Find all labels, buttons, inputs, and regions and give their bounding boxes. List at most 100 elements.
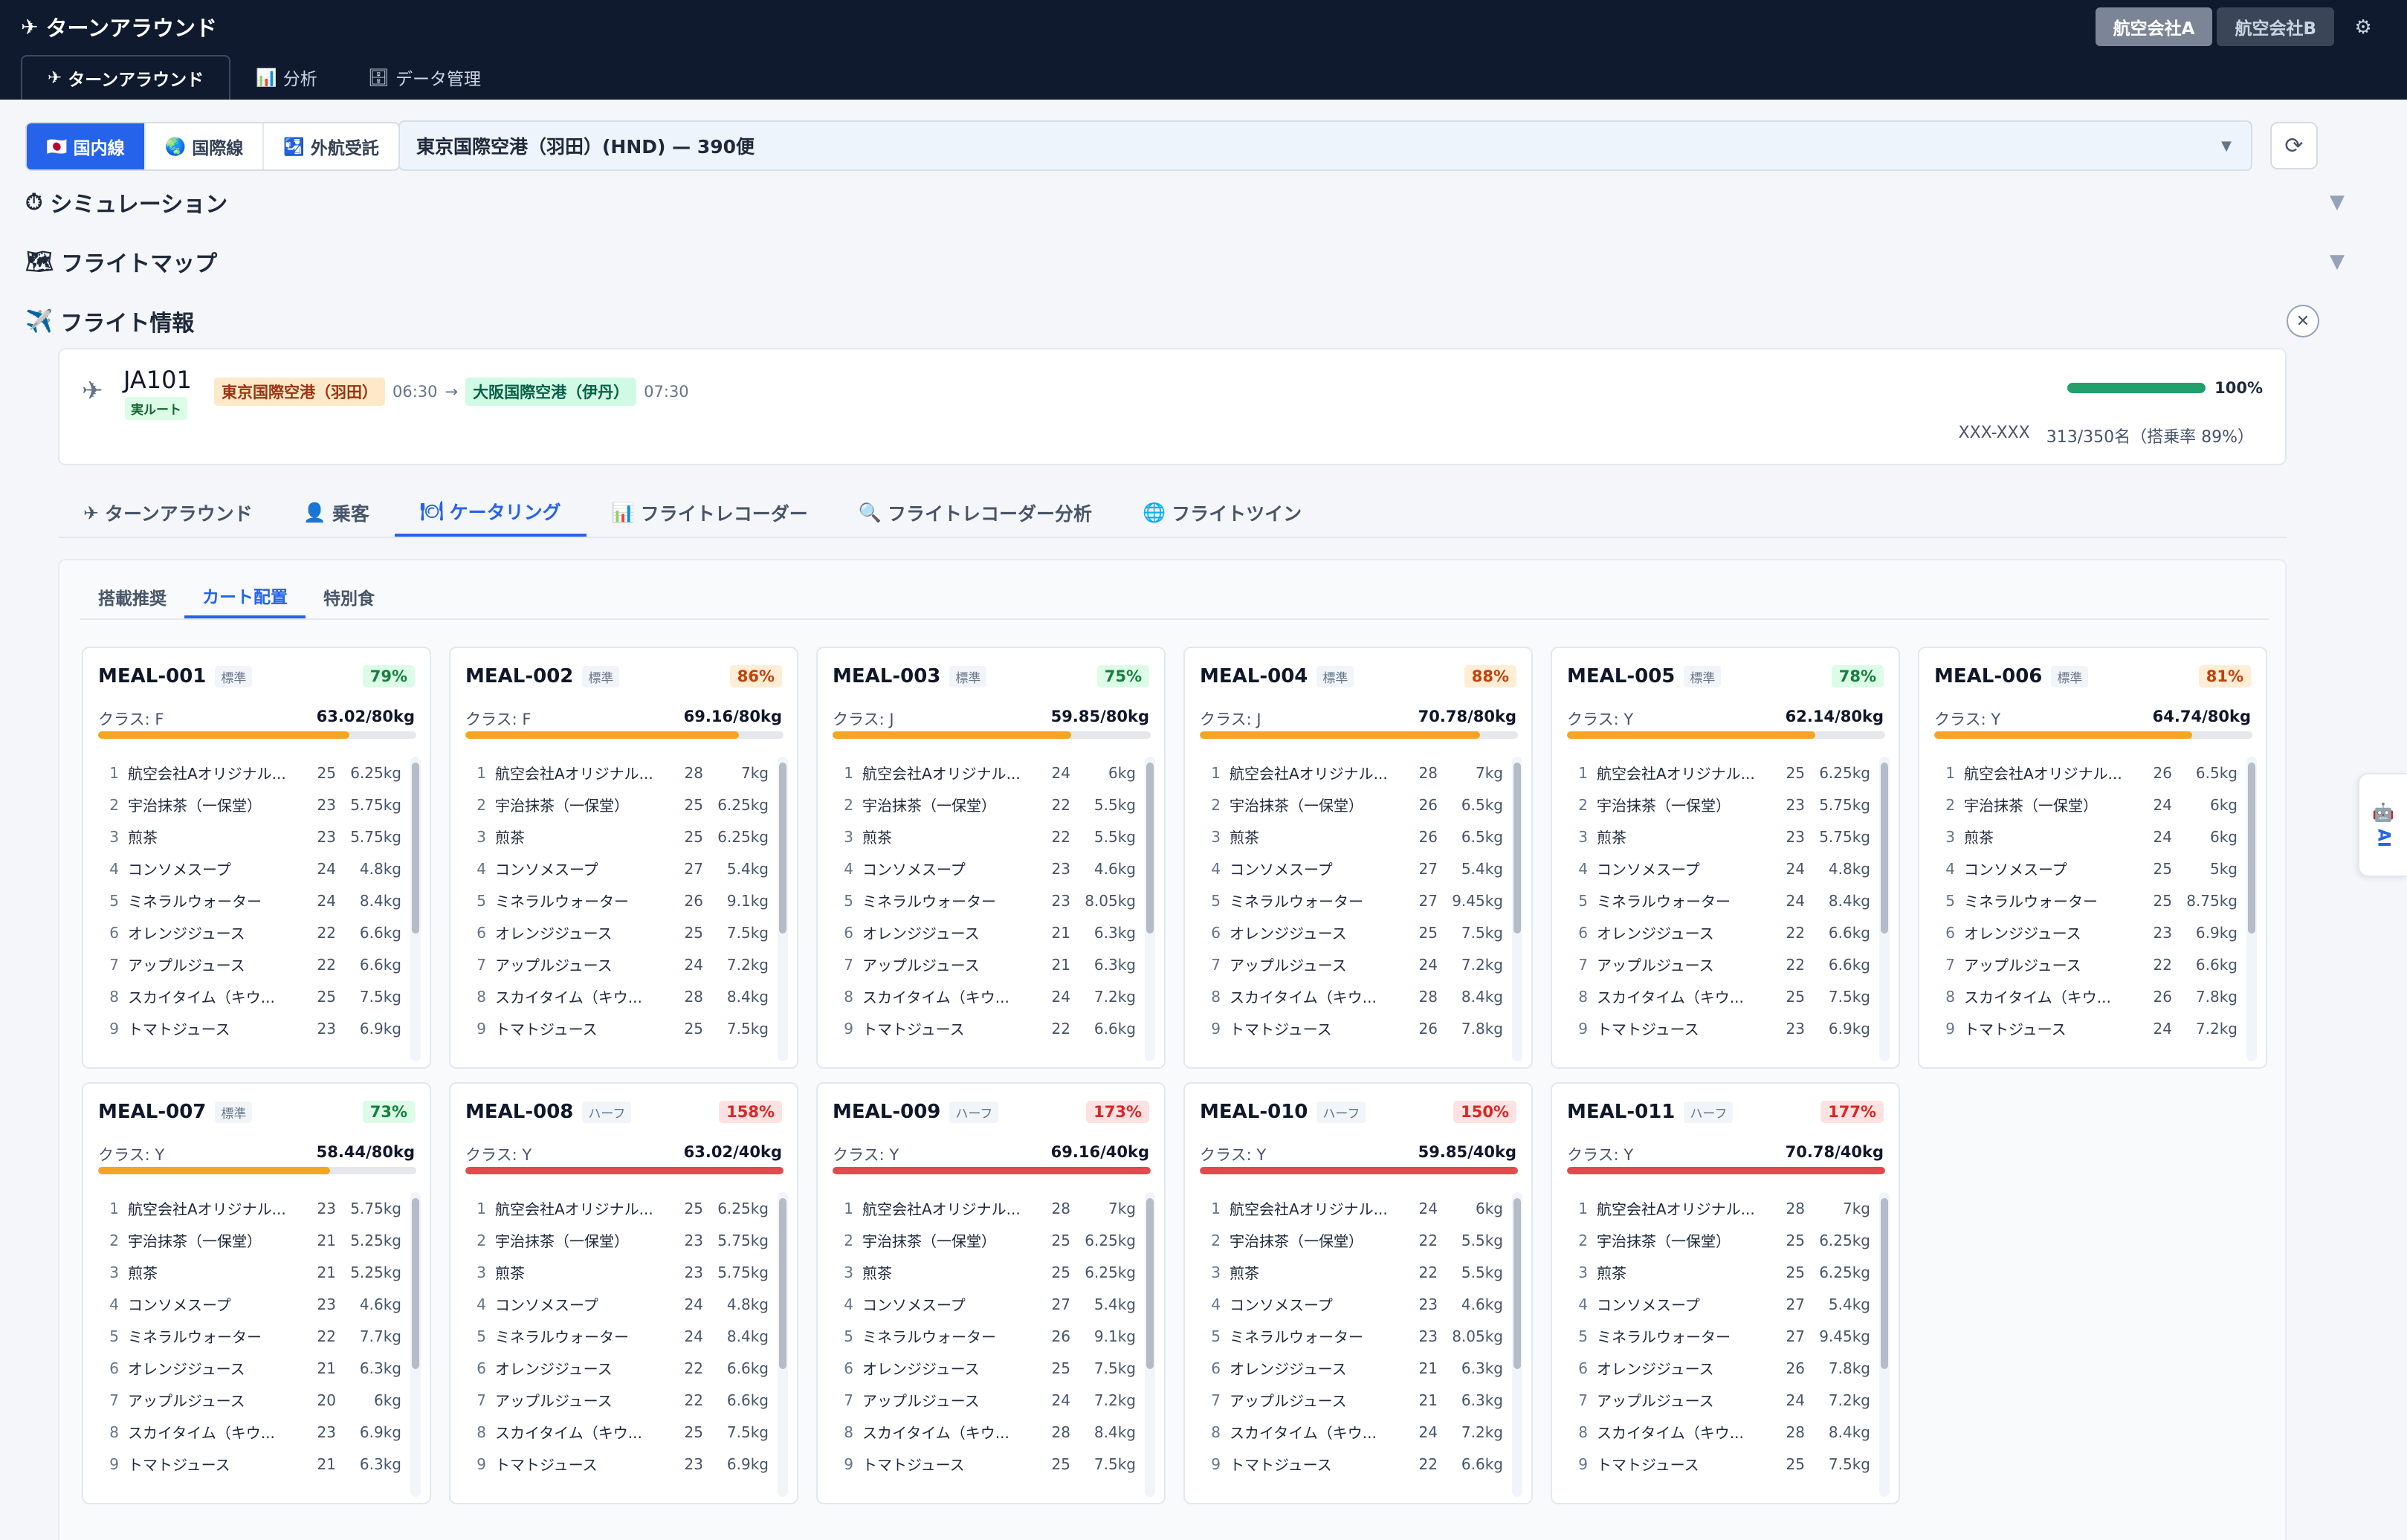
tab-data-management[interactable]: 🗄 データ管理: [343, 55, 506, 100]
item-quantity: 22: [1786, 955, 1805, 974]
scrollbar-thumb[interactable]: [412, 763, 419, 934]
flight-info-card[interactable]: ✈ JA101 実ルート 東京国際空港（羽田） 06:30 → 大阪国際空港（伊…: [58, 348, 2287, 465]
item-name: 煎茶: [1230, 829, 1259, 847]
list-item: 7 アップルジュース 21 6.3kg: [1200, 1384, 1505, 1416]
arrival-time: 07:30: [644, 383, 689, 401]
weight-bar: [98, 1167, 416, 1174]
meal-cart-card[interactable]: MEAL-002 標準 86% クラス: F 69.16/80kg 1 航空会社Aオリジナル…: [449, 647, 798, 1069]
tab-passengers[interactable]: 👤 乗客: [278, 489, 395, 537]
scrollbar[interactable]: [778, 1192, 788, 1497]
tab-analysis[interactable]: 📊 分析: [230, 55, 343, 100]
list-item: 5 ミネラルウォーター 23 8.05kg: [1200, 1320, 1505, 1352]
scrollbar[interactable]: [1145, 757, 1155, 1061]
meal-cart-card[interactable]: MEAL-006 標準 81% クラス: Y 64.74/80kg 1 航空会社Aオリジナル…: [1918, 647, 2267, 1069]
scrollbar[interactable]: [410, 757, 421, 1061]
airline-a-button[interactable]: 航空会社A: [2095, 7, 2213, 46]
item-index: 8: [476, 987, 486, 1006]
scrollbar-thumb[interactable]: [779, 1198, 786, 1369]
airline-b-button[interactable]: 航空会社B: [2217, 7, 2334, 46]
region-foreign-contract-button[interactable]: 🛂 外航受託: [264, 123, 398, 169]
scrollbar[interactable]: [2246, 757, 2257, 1061]
section-title: フライトマップ: [61, 251, 218, 277]
scrollbar-thumb[interactable]: [1146, 1198, 1154, 1369]
meal-type-badge: 標準: [215, 1101, 253, 1123]
scrollbar-thumb[interactable]: [1881, 763, 1888, 934]
item-name: スカイタイム（キウ...: [1230, 1424, 1377, 1442]
meal-cart-card[interactable]: MEAL-009 ハーフ 173% クラス: Y 69.16/40kg 1 航空会社Aオリジ…: [816, 1082, 1166, 1504]
tab-flight-recorder-analysis[interactable]: 🔍 フライトレコーダー分析: [833, 489, 1117, 537]
item-weight: 4.6kg: [359, 1295, 401, 1313]
scrollbar[interactable]: [1512, 757, 1522, 1061]
region-domestic-button[interactable]: 🇯🇵 国内線: [27, 123, 146, 169]
item-index: 4: [476, 1295, 486, 1313]
item-name: 煎茶: [128, 829, 158, 847]
scrollbar-thumb[interactable]: [1146, 763, 1154, 934]
tab-turnaround[interactable]: ✈ ターンアラウンド: [21, 55, 231, 100]
list-item: 4 コンソメスープ 27 5.4kg: [833, 1288, 1137, 1320]
scrollbar[interactable]: [410, 1192, 421, 1497]
meal-cart-card[interactable]: MEAL-005 標準 78% クラス: Y 62.14/80kg 1 航空会社Aオリジナル…: [1551, 647, 1900, 1069]
refresh-button[interactable]: ⟳: [2270, 122, 2318, 169]
scrollbar[interactable]: [1145, 1192, 1155, 1497]
scrollbar[interactable]: [1879, 757, 1890, 1061]
list-item: 7 アップルジュース 22 6.6kg: [1934, 948, 2239, 980]
item-list: 1 航空会社Aオリジナル... 28 7kg 2 宇治抹茶（一保堂） 26 6.5kg 3 煎茶 2…: [1200, 757, 1505, 1066]
tab-label: ターンアラウンド: [104, 503, 253, 525]
list-item: 1 航空会社Aオリジナル... 28 7kg: [833, 1192, 1137, 1224]
ai-assistant-tab[interactable]: 🤖 AI: [2358, 773, 2407, 877]
weight-bar-fill: [1567, 1167, 1885, 1174]
item-quantity: 23: [1051, 859, 1070, 878]
meal-cart-card[interactable]: MEAL-010 ハーフ 150% クラス: Y 59.85/40kg 1 航空会社Aオリジ…: [1183, 1082, 1533, 1504]
scrollbar-thumb[interactable]: [2248, 763, 2255, 934]
meal-cart-card[interactable]: MEAL-008 ハーフ 158% クラス: Y 63.02/40kg 1 航空会社Aオリジ…: [449, 1082, 798, 1504]
card-class-row: クラス: J 59.85/80kg: [833, 708, 1149, 730]
cabin-class: クラス: Y: [98, 1146, 165, 1164]
meal-cart-card[interactable]: MEAL-011 ハーフ 177% クラス: Y 70.78/40kg 1 航空会社Aオリジ…: [1551, 1082, 1900, 1504]
scrollbar-thumb[interactable]: [1513, 763, 1521, 934]
tab-cart-layout[interactable]: カート配置: [184, 575, 306, 618]
scrollbar[interactable]: [1512, 1192, 1522, 1497]
card-header: MEAL-008 ハーフ 158%: [465, 1097, 782, 1127]
item-quantity: 26: [1418, 1019, 1438, 1038]
item-index: 6: [1211, 923, 1221, 942]
meal-cart-card[interactable]: MEAL-007 標準 73% クラス: Y 58.44/80kg 1 航空会社Aオリジナル…: [82, 1082, 431, 1504]
list-item: 3 煎茶 25 6.25kg: [465, 821, 770, 852]
item-quantity: 22: [2153, 955, 2172, 974]
scrollbar-thumb[interactable]: [412, 1198, 419, 1369]
list-item: 2 宇治抹茶（一保堂） 21 5.25kg: [98, 1224, 403, 1256]
item-quantity: 26: [684, 891, 703, 910]
list-item: 6 オレンジジュース 26 7.8kg: [1567, 1352, 1872, 1384]
item-index: 1: [1945, 763, 1955, 782]
chevron-down-icon[interactable]: ▼: [2330, 191, 2345, 213]
meal-cart-card[interactable]: MEAL-003 標準 75% クラス: J 59.85/80kg 1 航空会社Aオリジナル…: [816, 647, 1166, 1069]
tab-flight-recorder[interactable]: 📊 フライトレコーダー: [587, 489, 833, 537]
item-weight: 6.5kg: [1461, 795, 1503, 814]
airport-select[interactable]: 東京国際空港（羽田）(HND) — 390便 ▼: [398, 120, 2252, 171]
scrollbar-thumb[interactable]: [1881, 1198, 1888, 1369]
tab-loading-recommendation[interactable]: 搭載推奨: [80, 575, 184, 618]
scrollbar-thumb[interactable]: [1513, 1198, 1521, 1369]
item-name: トマトジュース: [1597, 1456, 1699, 1474]
meal-cart-card[interactable]: MEAL-001 標準 79% クラス: F 63.02/80kg 1 航空会社Aオリジナル…: [82, 647, 431, 1069]
scrollbar-thumb[interactable]: [779, 763, 786, 934]
chevron-down-icon[interactable]: ▼: [2330, 250, 2345, 273]
list-item: 6 オレンジジュース 21 6.3kg: [1200, 1352, 1505, 1384]
region-international-button[interactable]: 🌏 国際線: [146, 123, 265, 169]
item-quantity: 25: [684, 795, 703, 814]
scrollbar[interactable]: [778, 757, 788, 1061]
tab-turnaround[interactable]: ✈ ターンアラウンド: [58, 489, 278, 537]
close-flight-info-button[interactable]: ✕: [2287, 305, 2319, 337]
item-quantity: 24: [1418, 955, 1438, 974]
tab-special-meals[interactable]: 特別食: [306, 575, 392, 618]
meal-cart-card[interactable]: MEAL-004 標準 88% クラス: J 70.78/80kg 1 航空会社Aオリジナル…: [1183, 647, 1533, 1069]
item-index: 5: [1945, 891, 1955, 910]
gear-icon[interactable]: ⚙: [2349, 13, 2377, 42]
item-name: スカイタイム（キウ...: [128, 1424, 275, 1442]
tab-flight-twin[interactable]: 🌐 フライトツイン: [1117, 489, 1327, 537]
scrollbar[interactable]: [1879, 1192, 1890, 1497]
section-flight-map[interactable]: 🗺 フライトマップ ▼: [25, 245, 2345, 278]
section-simulation[interactable]: ⏱ シミュレーション ▼: [25, 186, 2345, 219]
item-weight: 5.25kg: [350, 1263, 401, 1281]
tab-catering[interactable]: 🍽 ケータリング: [394, 489, 587, 537]
item-index: 9: [109, 1455, 119, 1473]
